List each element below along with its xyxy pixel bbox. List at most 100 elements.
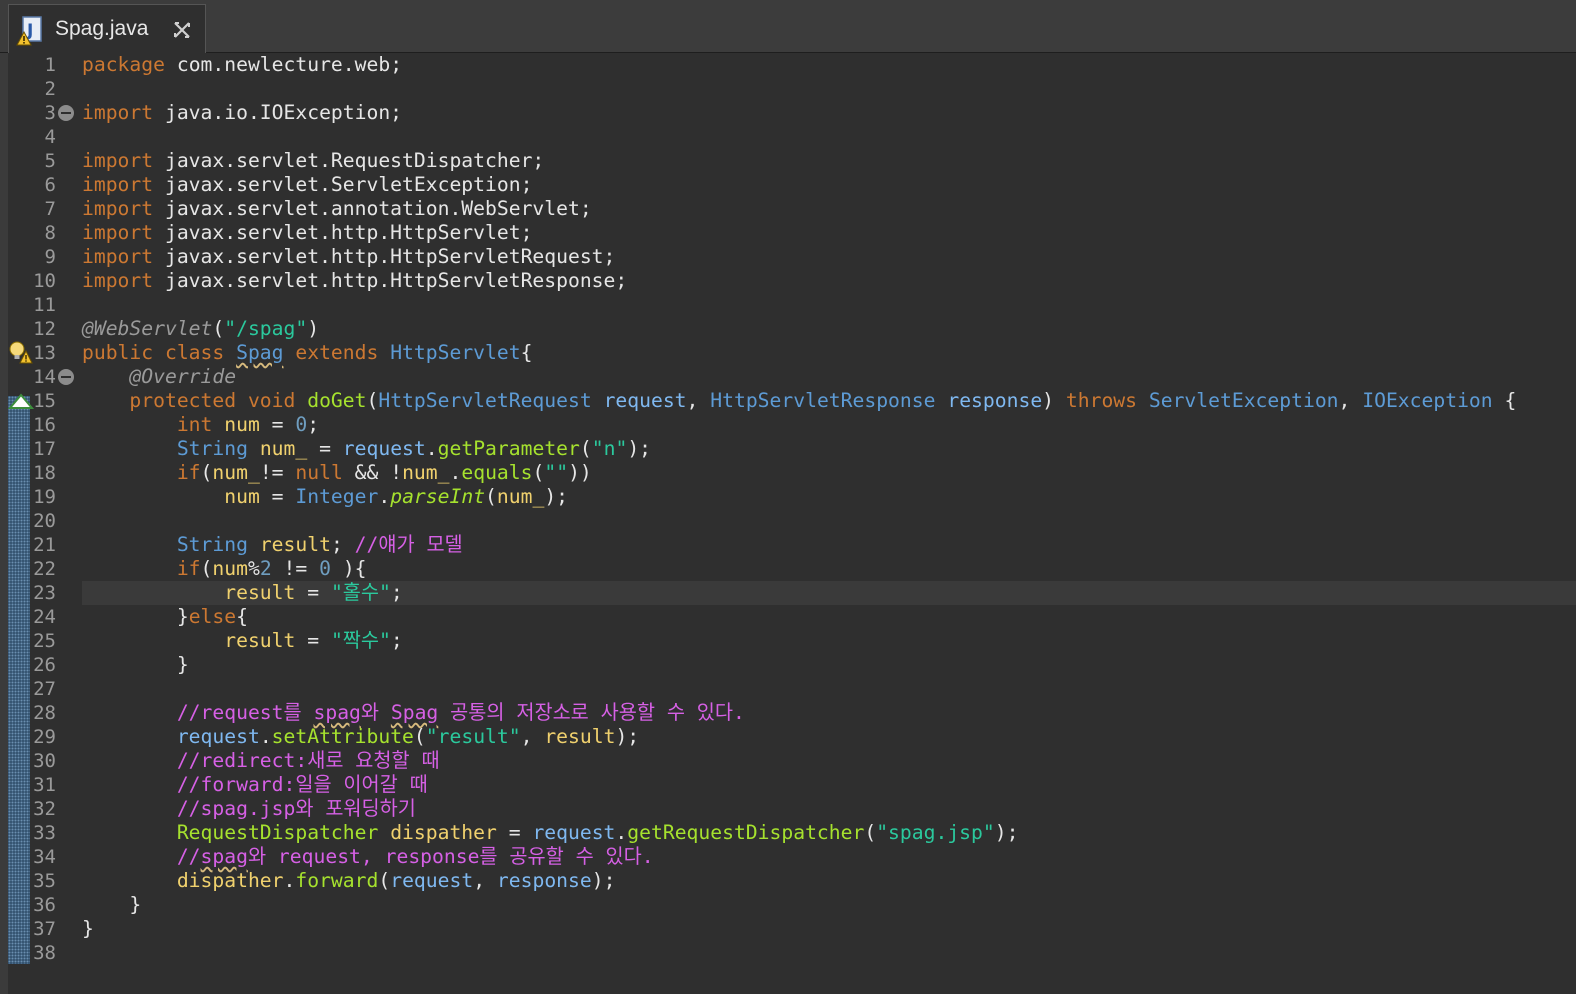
code-text: RequestDispatcher dispather = request.ge… xyxy=(82,821,1019,845)
code-text: //spag.jsp와 포워딩하기 xyxy=(82,797,416,821)
editor-window: J Spag.java 1 package com.newlecture.web;… xyxy=(0,0,1576,994)
code-token: && ! xyxy=(342,461,403,484)
code-token: else xyxy=(188,605,237,628)
code-line[interactable]: 2 xyxy=(0,77,1576,101)
code-line[interactable]: 32 //spag.jsp와 포워딩하기 xyxy=(0,797,1576,821)
code-text: import javax.servlet.http.HttpServletRes… xyxy=(82,269,627,293)
code-editor[interactable]: 1 package com.newlecture.web; 2 3 import jav… xyxy=(0,53,1576,994)
code-token: . xyxy=(449,461,462,484)
code-token: null xyxy=(295,461,343,484)
code-line[interactable]: 25 result = "짝수"; xyxy=(0,629,1576,653)
code-token: request xyxy=(390,869,474,892)
close-icon[interactable] xyxy=(171,19,193,41)
code-token: getRequestDispatcher xyxy=(627,821,865,844)
line-number: 36 xyxy=(33,894,56,916)
code-line[interactable]: 33 RequestDispatcher dispather = request… xyxy=(0,821,1576,845)
code-token: = xyxy=(307,437,343,460)
code-token: , xyxy=(520,725,545,748)
code-line[interactable]: 5 import javax.servlet.RequestDispatcher; xyxy=(0,149,1576,173)
code-line[interactable]: 3 import java.io.IOException; xyxy=(0,101,1576,125)
code-line[interactable]: 1 package com.newlecture.web; xyxy=(0,53,1576,77)
code-token: javax.servlet.http.HttpServlet; xyxy=(153,221,533,244)
code-token: ( xyxy=(532,461,545,484)
code-token: extends xyxy=(283,341,391,364)
code-line[interactable]: 16 int num = 0; xyxy=(0,413,1576,437)
code-token: num_ xyxy=(402,461,450,484)
code-token: response xyxy=(947,389,1043,412)
code-token: request xyxy=(532,821,616,844)
code-line[interactable]: 13 public class Spag extends HttpServlet{ xyxy=(0,341,1576,365)
line-number: 19 xyxy=(33,486,56,508)
code-token: num xyxy=(224,485,260,508)
code-line[interactable]: 36 } xyxy=(0,893,1576,917)
code-token: RequestDispatcher xyxy=(176,821,379,844)
line-number: 7 xyxy=(44,198,56,220)
tab-title: Spag.java xyxy=(55,17,149,40)
code-line[interactable]: 20 xyxy=(0,509,1576,533)
code-token: 0 xyxy=(319,557,331,580)
code-line[interactable]: 24 }else{ xyxy=(0,605,1576,629)
line-number: 23 xyxy=(33,582,56,604)
code-line[interactable]: 38 xyxy=(0,941,1576,965)
code-line[interactable]: 26 } xyxy=(0,653,1576,677)
code-text: request.setAttribute("result", result); xyxy=(82,725,639,749)
code-token: "" xyxy=(544,461,569,484)
code-line[interactable]: 35 dispather.forward(request, response); xyxy=(0,869,1576,893)
code-line[interactable]: 21 String result; //얘가 모델 xyxy=(0,533,1576,557)
code-text: } xyxy=(82,653,189,677)
editor-tab-bar: J Spag.java xyxy=(0,0,1576,53)
code-token: import xyxy=(82,245,154,268)
code-line[interactable]: 19 num = Integer.parseInt(num_); xyxy=(0,485,1576,509)
code-line[interactable]: 22 if(num%2 != 0 ){ xyxy=(0,557,1576,581)
code-token: request xyxy=(176,725,260,748)
code-line[interactable]: 10 import javax.servlet.http.HttpServletR… xyxy=(0,269,1576,293)
line-number: 22 xyxy=(33,558,56,580)
line-number: 27 xyxy=(33,678,56,700)
code-token: javax.servlet.http.HttpServletResponse; xyxy=(153,269,628,292)
code-line[interactable]: 28 //request를 spag와 Spag 공통의 저장소로 사용할 수 … xyxy=(0,701,1576,725)
tab-spag-java[interactable]: J Spag.java xyxy=(8,4,206,53)
code-token: //얘가 모델 xyxy=(354,533,463,556)
code-text: //spag와 request, response를 공유할 수 있다. xyxy=(82,845,654,869)
code-token: request xyxy=(603,389,687,412)
code-line[interactable]: 9 import javax.servlet.http.HttpServletRe… xyxy=(0,245,1576,269)
code-token: != xyxy=(259,461,296,484)
code-line[interactable]: 18 if(num_!= null && !num_.equals("")) xyxy=(0,461,1576,485)
fold-collapse-icon[interactable] xyxy=(58,105,74,121)
code-line[interactable]: 30 //redirect:새로 요청할 때 xyxy=(0,749,1576,773)
code-line[interactable]: 7 import javax.servlet.annotation.WebServ… xyxy=(0,197,1576,221)
code-token: "result" xyxy=(425,725,521,748)
code-line[interactable]: 37} xyxy=(0,917,1576,941)
code-token: if xyxy=(176,557,201,580)
code-line[interactable]: 27 xyxy=(0,677,1576,701)
code-line[interactable]: 8 import javax.servlet.http.HttpServlet; xyxy=(0,221,1576,245)
fold-collapse-icon[interactable] xyxy=(58,369,74,385)
code-token: HttpServlet xyxy=(390,341,521,364)
code-line[interactable]: 15 protected void doGet(HttpServletReque… xyxy=(0,389,1576,413)
code-line[interactable]: 17 String num_ = request.getParameter("n… xyxy=(0,437,1576,461)
override-marker-icon[interactable] xyxy=(8,392,34,410)
code-token: Integer xyxy=(295,485,379,508)
code-line[interactable]: 29 request.setAttribute("result", result… xyxy=(0,725,1576,749)
line-number: 10 xyxy=(33,270,56,292)
code-token: = xyxy=(295,629,331,652)
code-line[interactable]: 34 //spag와 request, response를 공유할 수 있다. xyxy=(0,845,1576,869)
code-line[interactable]: 23 result = "홀수"; xyxy=(0,581,1576,605)
quickfix-warning-icon[interactable] xyxy=(8,339,34,365)
line-number: 16 xyxy=(33,414,56,436)
code-line[interactable]: 4 xyxy=(0,125,1576,149)
code-line[interactable]: 11 xyxy=(0,293,1576,317)
code-line[interactable]: 12 @WebServlet("/spag") xyxy=(0,317,1576,341)
line-number: 21 xyxy=(33,534,56,556)
code-line[interactable]: 6 import javax.servlet.ServletException; xyxy=(0,173,1576,197)
code-token: . xyxy=(378,485,391,508)
code-text: int num = 0; xyxy=(82,413,319,437)
code-line[interactable]: 14 @Override xyxy=(0,365,1576,389)
line-number: 1 xyxy=(44,54,56,76)
code-line[interactable]: 31 //forward:일을 이어갈 때 xyxy=(0,773,1576,797)
code-text: //forward:일을 이어갈 때 xyxy=(82,773,428,797)
